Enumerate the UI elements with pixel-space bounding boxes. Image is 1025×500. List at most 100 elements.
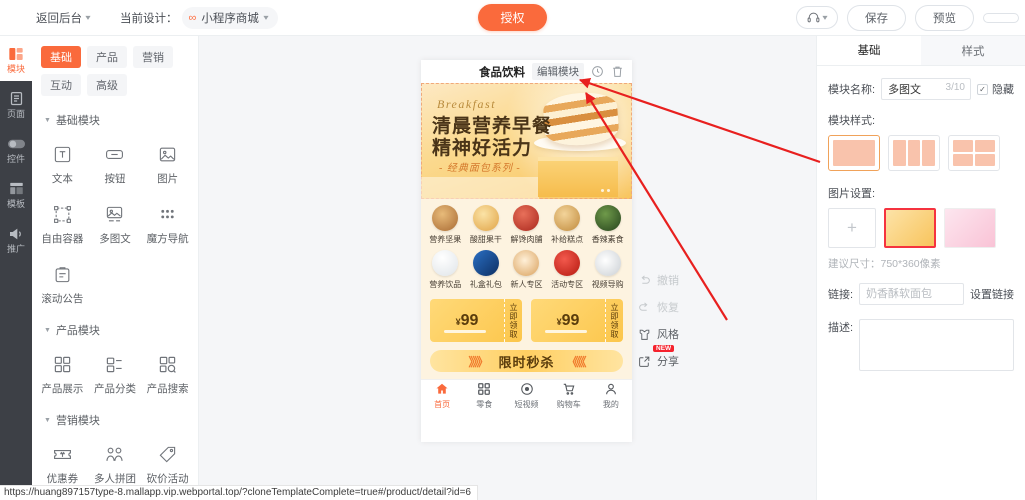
sidebar-item-label: 控件 [6, 154, 25, 164]
coupon-row: ¥99 立即领取 ¥99 立即领取 [421, 295, 632, 350]
category-item[interactable]: 营养坚果 [425, 205, 466, 245]
module-multi-image-text[interactable]: 多图文 [89, 196, 142, 250]
sidebar-item-promotion[interactable]: 推广 [0, 216, 32, 261]
hide-label: 隐藏 [992, 84, 1014, 96]
tab-style-properties[interactable]: 样式 [921, 36, 1025, 65]
image-thumbnail-orange[interactable] [884, 208, 936, 248]
module-label: 产品分类 [93, 383, 136, 395]
module-label: 魔方导航 [146, 233, 189, 245]
coupon-action[interactable]: 立即领取 [605, 299, 623, 342]
module-bargain[interactable]: 砍价活动 [141, 436, 194, 490]
module-button[interactable]: 按钮 [89, 136, 142, 190]
share-button[interactable]: NEW 分享 [637, 345, 679, 369]
set-link-button[interactable]: 设置链接 [970, 286, 1014, 302]
category-label: 香辣素食 [591, 235, 624, 244]
section-header-marketing[interactable]: ▼ 营销模块 [32, 400, 198, 432]
style-option-triple[interactable] [888, 135, 940, 171]
module-text[interactable]: 文本 [36, 136, 89, 190]
style-button[interactable]: 风格 [637, 326, 679, 342]
link-input[interactable] [859, 283, 964, 305]
tabbar-item-video[interactable]: 短视频 [505, 382, 547, 410]
support-button[interactable]: ▾ [795, 6, 838, 29]
save-button[interactable]: 保存 [847, 4, 906, 31]
back-to-admin-button[interactable]: 返回后台 ▾ [36, 10, 91, 26]
description-textarea[interactable] [859, 319, 1014, 371]
section-title: 产品模块 [55, 325, 100, 337]
module-announcement[interactable]: 滚动公告 [36, 256, 89, 310]
delete-icon[interactable] [611, 65, 624, 78]
category-image [594, 250, 621, 276]
tab-basic[interactable]: 基础 [41, 46, 81, 68]
seckill-bar[interactable]: 》》》 限时秒杀 《《《 [430, 350, 623, 372]
module-coupon[interactable]: 优惠券 [36, 436, 89, 490]
design-selector[interactable]: ∞ 小程序商城 ▾ [181, 6, 278, 29]
module-magic-nav[interactable]: 魔方导航 [141, 196, 194, 250]
section-header-product[interactable]: ▼ 产品模块 [32, 310, 198, 342]
tab-marketing[interactable]: 营销 [133, 46, 173, 68]
module-image[interactable]: 图片 [141, 136, 194, 190]
tab-basic-properties[interactable]: 基础 [817, 36, 921, 65]
category-item[interactable]: 补给糕点 [547, 205, 588, 245]
hide-checkbox[interactable]: ✓ 隐藏 [977, 81, 1014, 97]
edit-module-button[interactable]: 编辑模块 [532, 63, 584, 80]
tabbar-item-profile[interactable]: 我的 [590, 382, 632, 410]
category-item[interactable]: 视频导购 [587, 250, 628, 290]
category-item[interactable]: 活动专区 [547, 250, 588, 290]
authorize-button[interactable]: 授权 [478, 4, 547, 31]
module-product-search[interactable]: 产品搜索 [141, 346, 194, 400]
sidebar-item-pages[interactable]: 页面 [0, 81, 32, 126]
module-free-container[interactable]: 自由容器 [36, 196, 89, 250]
preview-button[interactable]: 预览 [915, 4, 974, 31]
style-icon [637, 327, 651, 341]
back-to-admin-label: 返回后台 [36, 12, 82, 25]
tab-interactive[interactable]: 互动 [41, 74, 81, 96]
sidebar-item-widgets[interactable]: 控件 [0, 126, 32, 171]
module-product-grid[interactable]: 产品展示 [36, 346, 89, 400]
category-item[interactable]: 香辣素食 [587, 205, 628, 245]
sidebar-item-templates[interactable]: 模板 [0, 171, 32, 216]
tabbar-item-cart[interactable]: 购物车 [548, 382, 590, 410]
product-category-icon [104, 353, 126, 375]
seckill-section: 》》》 限时秒杀 《《《 [421, 350, 632, 379]
section-title: 营销模块 [55, 415, 100, 427]
size-hint: 建议尺寸：750*360像素 [828, 258, 941, 270]
link-label: 链接: [828, 289, 854, 301]
section-header-basic[interactable]: ▼ 基础模块 [32, 100, 198, 132]
tabbar-item-snacks[interactable]: 零食 [463, 382, 505, 410]
category-item[interactable]: 酸甜果干 [466, 205, 507, 245]
module-group-buy[interactable]: 多人拼团 [89, 436, 142, 490]
clock-icon[interactable] [591, 65, 604, 78]
category-item[interactable]: 礼盒礼包 [466, 250, 507, 290]
banner-module[interactable]: Breakfast 清晨营养早餐 精神好活力 - 经典面包系列 - [421, 83, 632, 199]
image-thumbnail-pink[interactable] [944, 208, 996, 248]
category-item[interactable]: 营养饮品 [425, 250, 466, 290]
module-product-category[interactable]: 产品分类 [89, 346, 142, 400]
category-item[interactable]: 解馋肉脯 [506, 205, 547, 245]
undo-button[interactable]: 撤销 [637, 272, 679, 288]
tab-product[interactable]: 产品 [87, 46, 127, 68]
more-actions-button[interactable] [983, 12, 1019, 23]
category-image [472, 250, 499, 276]
style-option-single[interactable] [828, 135, 880, 171]
headset-icon [807, 12, 820, 23]
modules-grid-basic: 文本 按钮 图片 自由容器 多图文 魔方导航 滚动公告 [32, 132, 198, 310]
coupon-card[interactable]: ¥99 立即领取 [430, 299, 522, 342]
style-option-quad[interactable] [948, 135, 1000, 171]
category-item[interactable]: 新人专区 [506, 250, 547, 290]
image-settings-row: + [828, 208, 1014, 248]
current-design-block: 当前设计： ∞ 小程序商城 ▾ [120, 6, 278, 29]
tabbar-item-home[interactable]: 首页 [421, 382, 463, 410]
tab-advanced[interactable]: 高级 [87, 74, 127, 96]
sidebar-item-label: 推广 [6, 244, 25, 254]
coupon-action[interactable]: 立即领取 [504, 299, 522, 342]
redo-button[interactable]: 恢复 [637, 299, 679, 315]
coupon-card[interactable]: ¥99 立即领取 [531, 299, 623, 342]
tabbar-label: 短视频 [514, 399, 539, 409]
redo-icon [637, 300, 651, 314]
coupon-underline [444, 330, 486, 333]
link-row: 链接: 设置链接 [828, 283, 1014, 305]
modules-tabs: 基础 产品 营销 互动 高级 [32, 36, 198, 100]
phone-preview: 食品饮料 编辑模块 Breakfast 清晨营养早餐 精神好活力 - 经典面包系… [421, 60, 632, 442]
sidebar-item-modules[interactable]: 模块 [0, 36, 32, 81]
add-image-button[interactable]: + [828, 208, 876, 248]
